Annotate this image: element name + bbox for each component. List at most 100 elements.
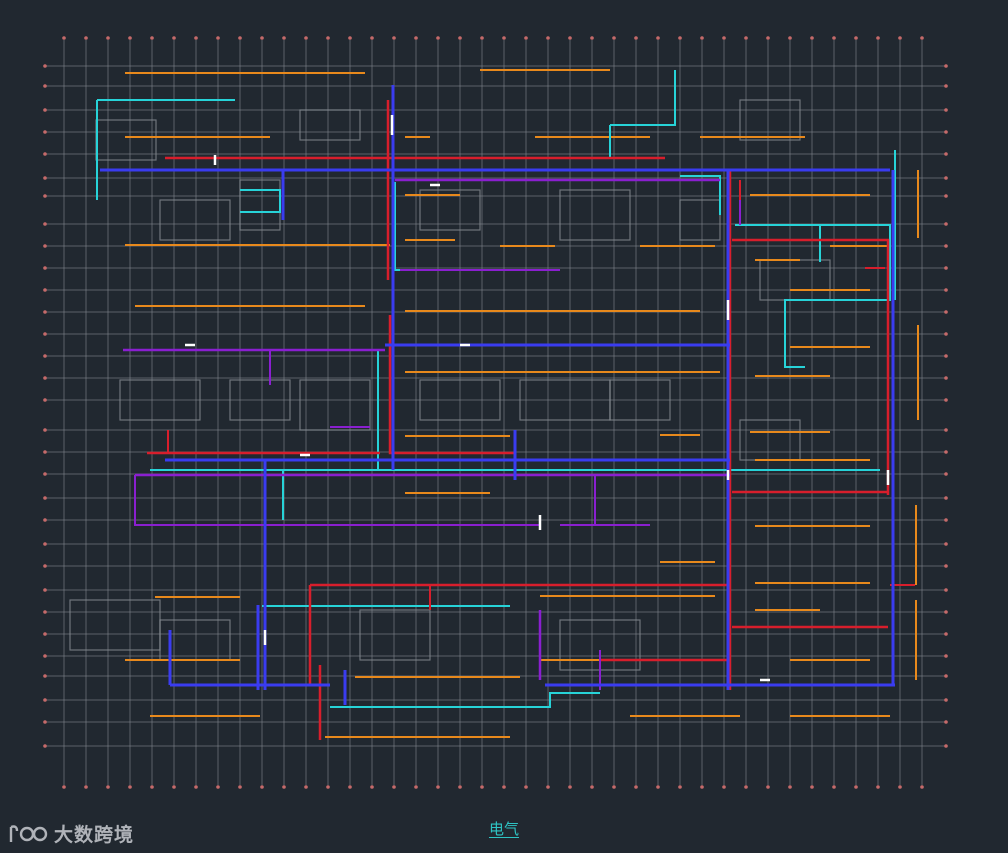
- axis-marker-right: [944, 84, 948, 88]
- axis-marker-left: [43, 398, 47, 402]
- axis-marker-left: [43, 266, 47, 270]
- axis-marker-bottom: [568, 785, 572, 789]
- axis-marker-left: [43, 518, 47, 522]
- axis-marker-top: [568, 36, 572, 40]
- axis-marker-top: [216, 36, 220, 40]
- cad-drawing-canvas[interactable]: [0, 0, 1008, 853]
- axis-marker-right: [944, 244, 948, 248]
- axis-marker-top: [106, 36, 110, 40]
- axis-marker-top: [62, 36, 66, 40]
- axis-marker-top: [370, 36, 374, 40]
- axis-marker-bottom: [898, 785, 902, 789]
- axis-marker-top: [502, 36, 506, 40]
- axis-marker-left: [43, 108, 47, 112]
- axis-marker-left: [43, 176, 47, 180]
- axis-marker-left: [43, 64, 47, 68]
- axis-marker-bottom: [150, 785, 154, 789]
- axis-marker-left: [43, 354, 47, 358]
- axis-marker-top: [876, 36, 880, 40]
- axis-marker-right: [944, 428, 948, 432]
- axis-marker-bottom: [590, 785, 594, 789]
- axis-marker-left: [43, 674, 47, 678]
- room-outline: [69, 599, 161, 651]
- axis-marker-bottom: [920, 785, 924, 789]
- axis-marker-bottom: [502, 785, 506, 789]
- axis-marker-left: [43, 450, 47, 454]
- axis-marker-right: [944, 194, 948, 198]
- axis-marker-bottom: [832, 785, 836, 789]
- axis-marker-right: [944, 744, 948, 748]
- axis-marker-top: [524, 36, 528, 40]
- axis-marker-top: [788, 36, 792, 40]
- axis-marker-bottom: [854, 785, 858, 789]
- axis-marker-left: [43, 222, 47, 226]
- brand-icon: [9, 825, 48, 842]
- axis-marker-top: [678, 36, 682, 40]
- axis-marker-right: [944, 108, 948, 112]
- cyan-route: [240, 189, 281, 213]
- axis-marker-top: [744, 36, 748, 40]
- axis-marker-left: [43, 698, 47, 702]
- axis-marker-right: [944, 632, 948, 636]
- axis-marker-bottom: [84, 785, 88, 789]
- axis-marker-right: [944, 720, 948, 724]
- axis-marker-top: [348, 36, 352, 40]
- axis-marker-bottom: [722, 785, 726, 789]
- axis-marker-bottom: [260, 785, 264, 789]
- room-outline: [239, 179, 281, 231]
- axis-marker-right: [944, 698, 948, 702]
- axis-marker-right: [944, 288, 948, 292]
- drawing-caption[interactable]: 电气: [0, 818, 1008, 839]
- axis-marker-bottom: [128, 785, 132, 789]
- axis-marker-right: [944, 310, 948, 314]
- axis-marker-bottom: [766, 785, 770, 789]
- axis-marker-top: [722, 36, 726, 40]
- axis-marker-right: [944, 472, 948, 476]
- axis-marker-left: [43, 376, 47, 380]
- axis-marker-bottom: [700, 785, 704, 789]
- axis-marker-left: [43, 496, 47, 500]
- axis-marker-right: [944, 496, 948, 500]
- axis-marker-top: [810, 36, 814, 40]
- structural-grid: [46, 40, 945, 785]
- red-route: [732, 238, 890, 495]
- axis-marker-top: [392, 36, 396, 40]
- axis-marker-left: [43, 588, 47, 592]
- axis-marker-bottom: [524, 785, 528, 789]
- axis-marker-top: [238, 36, 242, 40]
- axis-marker-top: [172, 36, 176, 40]
- axis-marker-top: [898, 36, 902, 40]
- axis-marker-left: [43, 610, 47, 614]
- axis-marker-bottom: [282, 785, 286, 789]
- room-outline: [299, 379, 371, 431]
- room-outline: [759, 259, 831, 301]
- axis-marker-top: [150, 36, 154, 40]
- caption-text[interactable]: 电气: [489, 820, 519, 838]
- room-outline: [359, 609, 431, 661]
- axis-marker-right: [944, 152, 948, 156]
- room-outline: [679, 199, 721, 241]
- axis-marker-right: [944, 354, 948, 358]
- axis-marker-top: [634, 36, 638, 40]
- axis-marker-bottom: [480, 785, 484, 789]
- axis-marker-bottom: [458, 785, 462, 789]
- axis-marker-right: [944, 398, 948, 402]
- cad-viewer: { "drawing": { "caption": "电气", "waterma…: [0, 0, 1008, 853]
- axis-marker-right: [944, 332, 948, 336]
- axis-marker-top: [436, 36, 440, 40]
- axis-marker-left: [43, 84, 47, 88]
- axis-marker-top: [326, 36, 330, 40]
- axis-marker-left: [43, 472, 47, 476]
- room-outline: [159, 199, 231, 241]
- axis-marker-bottom: [744, 785, 748, 789]
- axis-marker-bottom: [876, 785, 880, 789]
- axis-marker-right: [944, 564, 948, 568]
- axis-marker-top: [920, 36, 924, 40]
- axis-marker-bottom: [238, 785, 242, 789]
- axis-marker-bottom: [326, 785, 330, 789]
- axis-marker-left: [43, 244, 47, 248]
- axis-marker-bottom: [304, 785, 308, 789]
- axis-marker-left: [43, 632, 47, 636]
- axis-marker-top: [282, 36, 286, 40]
- axis-marker-bottom: [414, 785, 418, 789]
